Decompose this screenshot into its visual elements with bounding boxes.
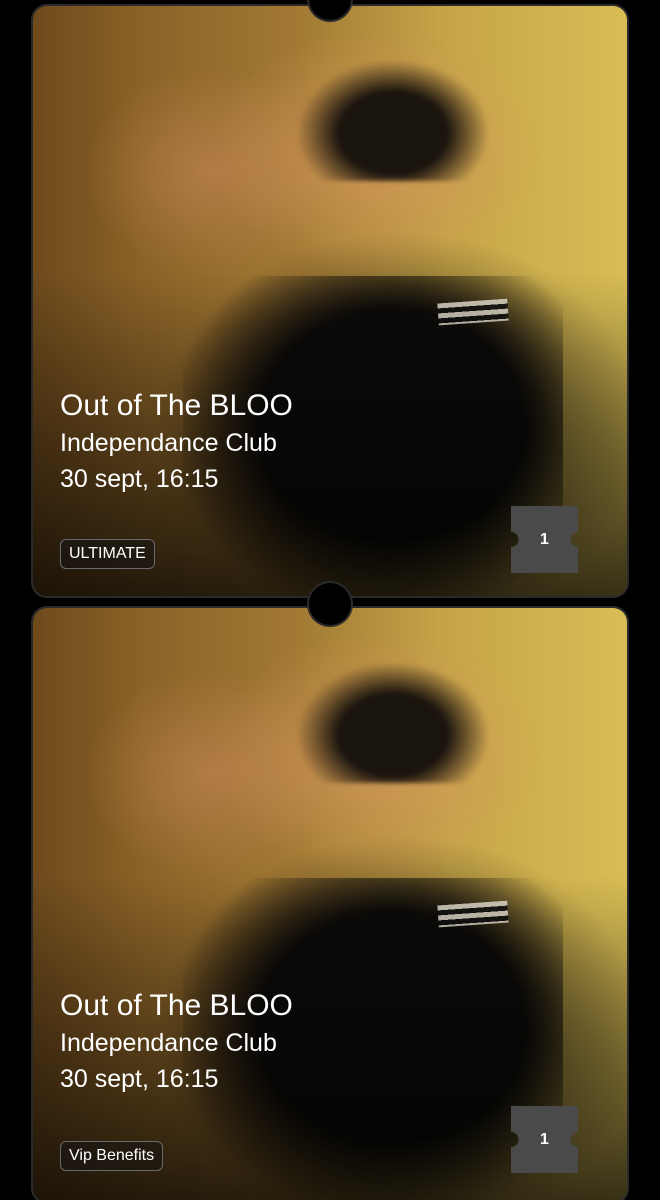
ticket-tier-badge: ULTIMATE xyxy=(60,539,155,569)
ticket-card[interactable]: Out of The BLOO Independance Club 30 sep… xyxy=(33,6,627,596)
ticket-notch-divider xyxy=(309,583,351,625)
event-info: Out of The BLOO Independance Club 30 sep… xyxy=(60,988,293,1096)
event-datetime: 30 sept, 16:15 xyxy=(60,465,219,493)
ticket-tier-badge: Vip Benefits xyxy=(60,1141,164,1171)
event-info: Out of The BLOO Independance Club 30 sep… xyxy=(60,388,293,496)
event-title: Out of The BLOO xyxy=(60,389,293,422)
event-datetime: 30 sept, 16:15 xyxy=(60,1065,219,1093)
event-venue: Independance Club xyxy=(60,1029,277,1057)
ticket-quantity-icon[interactable]: 1 xyxy=(511,506,578,573)
ticket-card[interactable]: Out of The BLOO Independance Club 30 sep… xyxy=(33,608,627,1200)
event-title: Out of The BLOO xyxy=(60,989,293,1022)
event-venue: Independance Club xyxy=(60,429,277,457)
ticket-quantity-icon[interactable]: 1 xyxy=(511,1106,578,1173)
